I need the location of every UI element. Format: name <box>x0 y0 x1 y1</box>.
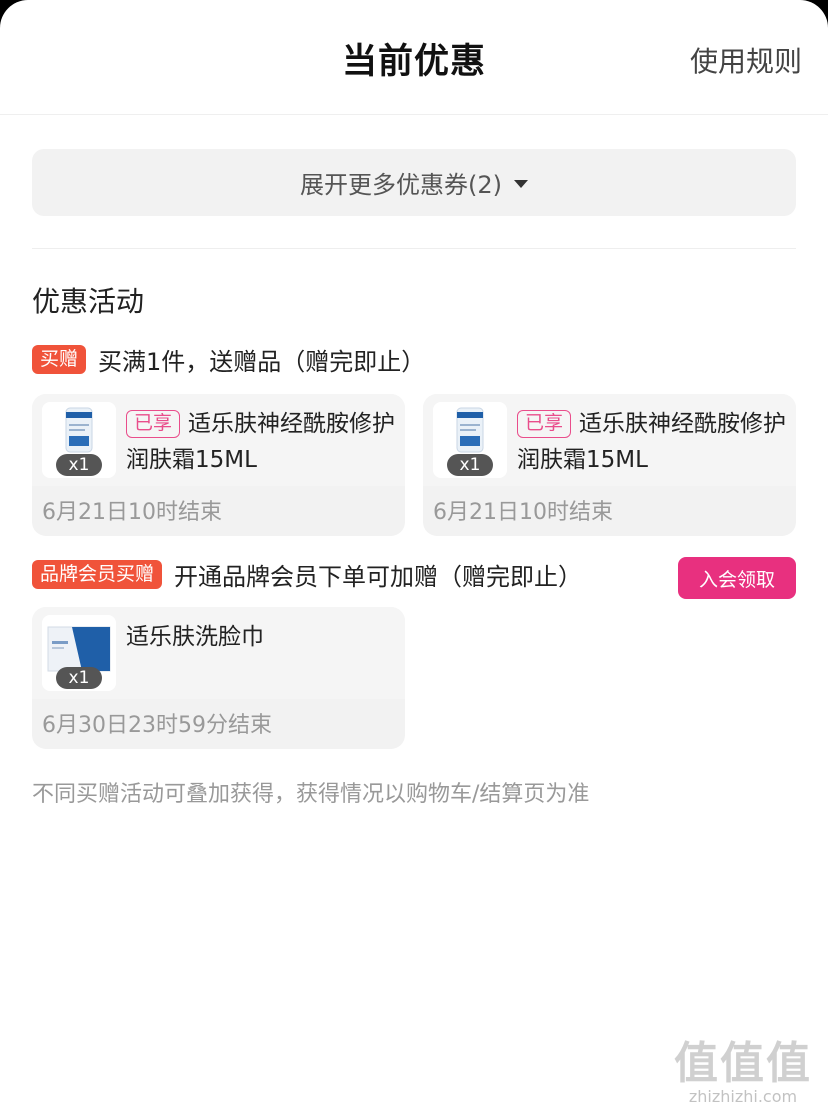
cerave-cream-thumbnail: x1 <box>433 402 507 478</box>
section-title: 优惠活动 <box>32 285 145 318</box>
promotion-rule-row: 品牌会员买赠 开通品牌会员下单可加赠（赠完即止） <box>32 557 582 592</box>
quantity-badge: x1 <box>56 667 102 689</box>
usage-rules-link[interactable]: 使用规则 <box>690 40 802 80</box>
quantity-badge: x1 <box>447 454 493 476</box>
sheet-header: 当前优惠 使用规则 <box>0 0 828 115</box>
gift-card[interactable]: x1 已享 适乐肤神经酰胺修护润肤霜15ML 6月21日10时结束 <box>32 394 405 536</box>
gift-card[interactable]: x1 已享 适乐肤神经酰胺修护润肤霜15ML 6月21日10时结束 <box>423 394 796 536</box>
watermark: 值值值 zhizhizhi.com <box>668 1027 818 1106</box>
expand-coupons-button[interactable]: 展开更多优惠券(2) <box>32 149 796 216</box>
watermark-logo: 值值值 <box>674 1038 812 1089</box>
gift-name-row: 适乐肤洗脸巾 <box>126 619 397 655</box>
promotion-rule-text: 开通品牌会员下单可加赠（赠完即止） <box>174 563 583 591</box>
promotion-badge: 品牌会员买赠 <box>32 560 163 589</box>
gift-name-row: 已享 适乐肤神经酰胺修护润肤霜15ML <box>126 406 397 478</box>
gift-end-time: 6月21日10时结束 <box>433 500 613 525</box>
promotion-sheet: 当前优惠 使用规则 展开更多优惠券(2) 优惠活动 买赠 买满1件，送赠品（赠完… <box>0 0 828 1106</box>
promotion-rule-text: 买满1件，送赠品（赠完即止） <box>98 348 426 376</box>
quantity-badge: x1 <box>56 454 102 476</box>
gift-card[interactable]: x1 适乐肤洗脸巾 6月30日23时59分结束 <box>32 607 405 749</box>
enjoyed-tag: 已享 <box>126 410 181 438</box>
gift-name: 适乐肤洗脸巾 <box>126 624 264 650</box>
cerave-towel-thumbnail: x1 <box>42 615 116 691</box>
gift-end-time: 6月21日10时结束 <box>42 500 222 525</box>
caret-down-icon <box>514 179 528 188</box>
promotion-badge: 买赠 <box>32 345 87 374</box>
gift-name-row: 已享 适乐肤神经酰胺修护润肤霜15ML <box>517 406 788 478</box>
divider <box>32 248 796 249</box>
promotion-rule-row: 买赠 买满1件，送赠品（赠完即止） <box>32 342 425 377</box>
watermark-url: zhizhizhi.com <box>688 1087 798 1106</box>
cerave-cream-thumbnail: x1 <box>42 402 116 478</box>
expand-coupons-label: 展开更多优惠券(2) <box>300 171 502 199</box>
join-membership-button[interactable]: 入会领取 <box>678 557 796 599</box>
gift-end-time: 6月30日23时59分结束 <box>42 713 272 738</box>
stacking-footnote: 不同买赠活动可叠加获得，获得情况以购物车/结算页为准 <box>32 782 590 807</box>
enjoyed-tag: 已享 <box>517 410 572 438</box>
